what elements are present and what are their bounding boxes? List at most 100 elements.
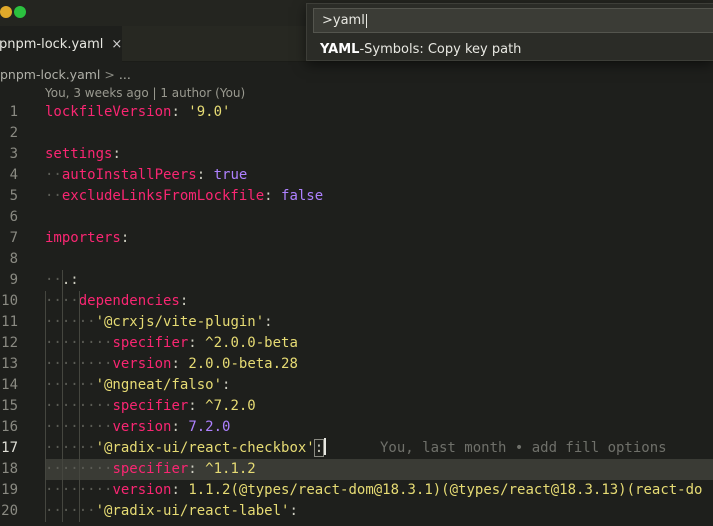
yaml-colon: : xyxy=(313,439,325,457)
yaml-colon: : xyxy=(188,461,197,477)
code-text: ······'@radix-ui/react-label': xyxy=(45,501,298,522)
code-line[interactable]: 6 xyxy=(0,207,713,228)
line-number: 12 xyxy=(1,335,18,351)
yaml-colon: : xyxy=(120,230,130,246)
breadcrumb-file[interactable]: pnpm-lock.yaml xyxy=(0,67,100,82)
code-text: ······'@radix-ui/react-checkbox': xyxy=(45,438,327,459)
maximize-window-button[interactable] xyxy=(14,6,26,18)
line-number: 5 xyxy=(9,188,18,204)
line-number: 18 xyxy=(1,461,18,477)
indent-guide xyxy=(61,270,63,522)
whitespace-indicator: ······ xyxy=(45,503,96,519)
yaml-value: ^7.2.0 xyxy=(196,398,256,414)
line-number: 19 xyxy=(1,482,18,498)
code-line[interactable]: 16 ········version: 7.2.0 xyxy=(0,417,713,438)
code-text: ··autoInstallPeers: true xyxy=(45,165,247,186)
indent-guide xyxy=(78,291,80,522)
line-number: 14 xyxy=(1,377,18,393)
code-line[interactable]: 17 ······'@radix-ui/react-checkbox': You, … xyxy=(0,438,713,459)
command-result-match: YAML xyxy=(320,41,360,57)
yaml-colon: : xyxy=(264,314,273,330)
code-line[interactable]: 11 ······'@crxjs/vite-plugin': xyxy=(0,312,713,333)
whitespace-indicator: ·· xyxy=(45,272,62,288)
yaml-key: '@radix-ui/react-label' xyxy=(95,503,290,519)
yaml-key: settings xyxy=(45,146,113,162)
yaml-colon: : xyxy=(171,356,180,372)
text-caret xyxy=(365,13,367,28)
code-line[interactable]: 8 xyxy=(0,249,713,270)
yaml-value: ^2.0.0-beta xyxy=(196,335,298,351)
line-number: 10 xyxy=(1,293,18,309)
line-number: 13 xyxy=(1,356,18,372)
whitespace-indicator: ·· xyxy=(45,188,62,204)
command-palette: >yaml YAML -Symbols: Copy key path xyxy=(306,3,713,61)
yaml-colon: : xyxy=(289,503,298,519)
yaml-key: '@crxjs/vite-plugin' xyxy=(95,314,265,330)
indent-guide xyxy=(45,291,46,522)
code-line[interactable]: 12 ········specifier: ^2.0.0-beta xyxy=(0,333,713,354)
yaml-value: '9.0' xyxy=(179,104,231,120)
code-line[interactable]: 1 lockfileVersion: '9.0' xyxy=(0,102,713,123)
code-line[interactable]: 18 ········specifier: ^1.1.2 xyxy=(0,459,713,480)
whitespace-indicator: ······ xyxy=(45,314,96,330)
yaml-colon: : xyxy=(171,104,180,120)
code-line[interactable]: 20 ······'@radix-ui/react-label': xyxy=(0,501,713,522)
code-line[interactable]: 19 ········version: 1.1.2(@types/react-do… xyxy=(0,480,713,501)
code-text: ····dependencies: xyxy=(45,291,188,312)
code-line[interactable]: 2 xyxy=(0,123,713,144)
yaml-key: importers xyxy=(45,230,121,246)
code-line[interactable]: 14 ······'@ngneat/falso': xyxy=(0,375,713,396)
code-text: ········version: 1.1.2(@types/react-dom@… xyxy=(45,480,702,501)
code-line[interactable]: 15 ········specifier: ^7.2.0 xyxy=(0,396,713,417)
code-line[interactable]: 7 importers: xyxy=(0,228,713,249)
code-line[interactable]: 4 ··autoInstallPeers: true xyxy=(0,165,713,186)
yaml-key: version xyxy=(112,356,172,372)
yaml-colon: : xyxy=(196,167,206,183)
text-cursor xyxy=(324,438,327,455)
line-number: 2 xyxy=(9,125,18,141)
code-line[interactable]: 13 ········version: 2.0.0-beta.28 xyxy=(0,354,713,375)
code-line[interactable]: 5 ··excludeLinksFromLockfile: false xyxy=(0,186,713,207)
breadcrumb-more[interactable]: ... xyxy=(119,67,131,82)
code-text: ········version: 2.0.0-beta.28 xyxy=(45,354,298,375)
yaml-key: specifier xyxy=(112,398,189,414)
yaml-key: specifier xyxy=(112,335,189,351)
yaml-value: ^1.1.2 xyxy=(196,461,256,477)
tab-pnpm-lock[interactable]: pnpm-lock.yaml × xyxy=(0,26,122,62)
yaml-value: 7.2.0 xyxy=(179,419,231,435)
code-text: settings: xyxy=(45,144,121,165)
code-text: importers: xyxy=(45,228,129,249)
yaml-colon: : xyxy=(264,188,273,204)
yaml-key: version xyxy=(112,419,172,435)
code-line[interactable]: 3 settings: xyxy=(0,144,713,165)
line-number: 20 xyxy=(1,503,18,519)
code-line[interactable]: 9 ··.: xyxy=(0,270,713,291)
yaml-value: true xyxy=(205,167,248,183)
minimize-window-button[interactable] xyxy=(0,6,12,18)
code-line[interactable]: 10 ····dependencies: xyxy=(0,291,713,312)
yaml-colon: : xyxy=(70,272,79,288)
code-text: ······'@ngneat/falso': xyxy=(45,375,230,396)
code-editor[interactable]: You, 3 weeks ago | 1 author (You) 1 lockf… xyxy=(0,84,713,526)
command-palette-input[interactable]: >yaml xyxy=(313,8,713,33)
code-text: ········specifier: ^2.0.0-beta xyxy=(45,333,298,354)
line-number: 17 xyxy=(1,440,18,456)
line-number: 16 xyxy=(1,419,18,435)
yaml-colon: : xyxy=(171,419,180,435)
yaml-key: autoInstallPeers xyxy=(61,167,197,183)
yaml-key: version xyxy=(112,482,172,498)
tab-label: pnpm-lock.yaml xyxy=(0,36,104,52)
codelens-blame[interactable]: You, 3 weeks ago | 1 author (You) xyxy=(45,86,245,100)
close-icon[interactable]: × xyxy=(111,37,122,52)
code-text: ··excludeLinksFromLockfile: false xyxy=(45,186,323,207)
command-result-item[interactable]: YAML -Symbols: Copy key path xyxy=(307,37,713,61)
inline-blame-annotation[interactable]: You, last month • add fill options xyxy=(380,438,667,459)
yaml-key: excludeLinksFromLockfile xyxy=(61,188,265,204)
yaml-key: specifier xyxy=(112,461,189,477)
yaml-value: 2.0.0-beta.28 xyxy=(179,356,298,372)
line-number: 8 xyxy=(9,251,18,267)
yaml-colon: : xyxy=(222,377,231,393)
line-number: 7 xyxy=(9,230,18,246)
line-number: 9 xyxy=(9,272,18,288)
code-text: ········version: 7.2.0 xyxy=(45,417,230,438)
